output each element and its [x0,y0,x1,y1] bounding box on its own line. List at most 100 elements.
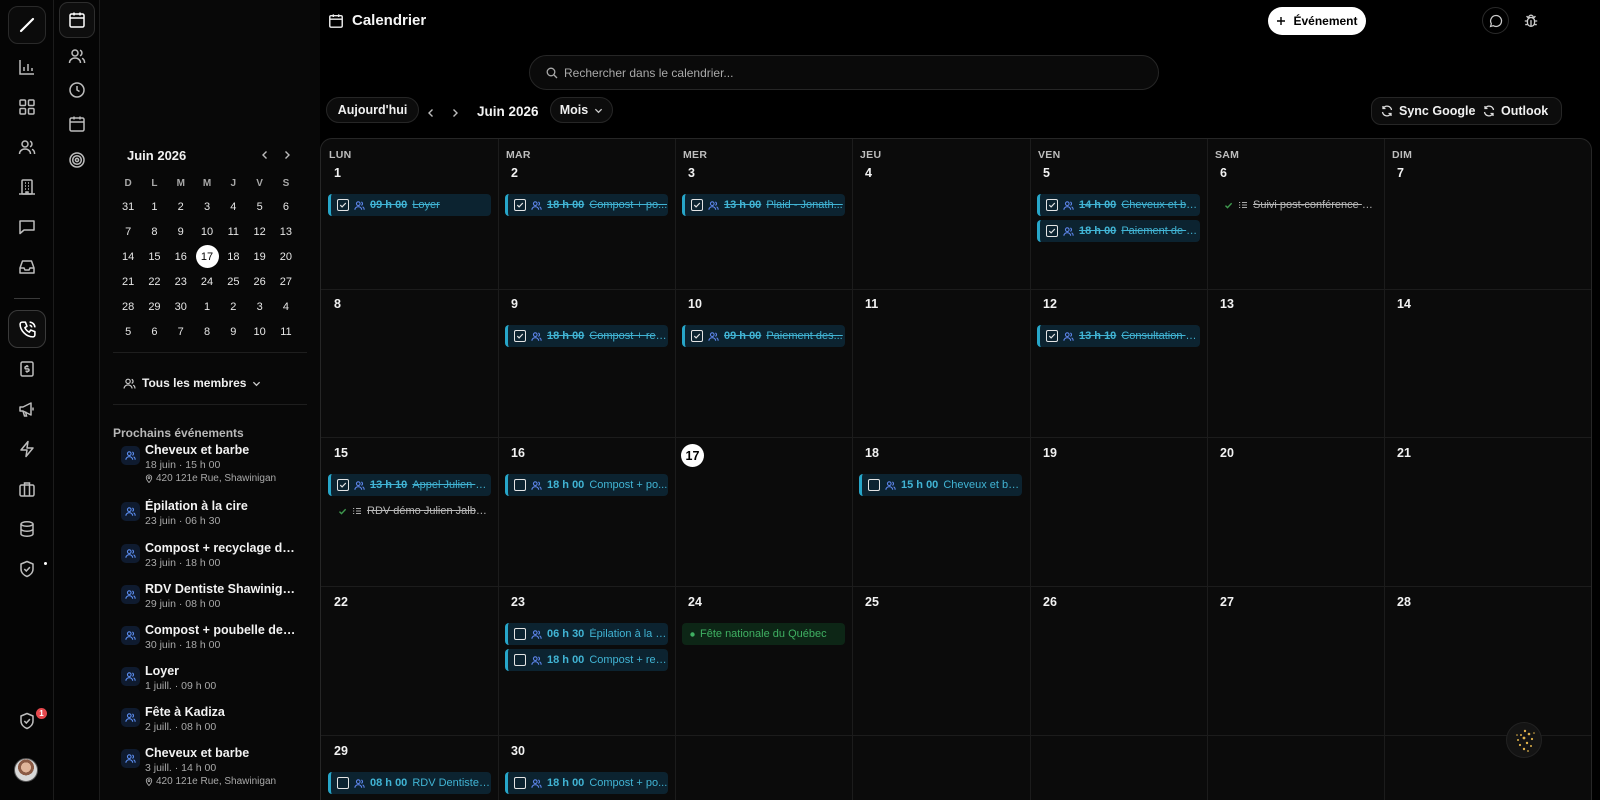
checked-checkbox[interactable] [691,330,703,342]
mini-day[interactable]: 29 [141,294,167,319]
calendar-event[interactable]: 18 h 00 Compost + po... [505,474,668,496]
invoice-icon[interactable] [8,350,46,388]
checked-checkbox[interactable] [1046,330,1058,342]
assistant-sparkle-icon[interactable] [1506,722,1542,758]
members-filter[interactable]: Tous les membres [123,376,261,390]
mini-day[interactable]: 18 [220,244,246,269]
calendar-event[interactable]: 06 h 30 Épilation à la ci... [505,623,668,645]
mini-day[interactable]: 19 [246,244,272,269]
checkbox[interactable] [514,628,526,640]
day-number[interactable]: 30 [511,744,525,758]
pen-logo-icon[interactable] [8,6,46,44]
checkbox[interactable] [868,479,880,491]
day-number[interactable]: 8 [334,297,341,311]
day-number-today[interactable]: 17 [681,444,704,467]
mini-day[interactable]: 31 [115,194,141,219]
checkbox[interactable] [514,654,526,666]
mini-day[interactable]: 8 [141,219,167,244]
calendar-event[interactable]: 09 h 00 Loyer [328,194,491,216]
mini-day[interactable]: 6 [273,194,299,219]
day-number[interactable]: 1 [334,166,341,180]
calendar-search[interactable]: Rechercher dans le calendrier... [529,55,1159,90]
sync-google-button[interactable]: Sync Google [1381,98,1475,124]
calendar-event[interactable]: 13 h 10 Consultation St... [1037,325,1200,347]
new-event-button[interactable]: Événement [1268,7,1366,35]
mini-day[interactable]: 26 [246,269,272,294]
mini-day[interactable]: 23 [168,269,194,294]
mini-day[interactable]: 3 [194,194,220,219]
message-icon[interactable] [8,208,46,246]
mini-day[interactable]: 5 [115,319,141,344]
bug-icon[interactable] [1517,7,1544,34]
shield-check-icon[interactable] [8,550,46,588]
bar-chart-icon[interactable] [8,48,46,86]
mini-day[interactable]: 24 [194,269,220,294]
building-icon[interactable] [8,168,46,206]
day-number[interactable]: 21 [1397,446,1411,460]
calendar-event[interactable]: 13 h 00 Plaid - Jonath... [682,194,845,216]
sync-outlook-button[interactable]: Outlook [1483,98,1548,124]
calendar-alt-icon[interactable] [59,106,95,142]
checked-checkbox[interactable] [337,479,349,491]
checked-checkbox[interactable] [337,199,349,211]
calendar-event[interactable]: 08 h 00 RDV Dentiste S... [328,772,491,794]
checked-checkbox[interactable] [514,330,526,342]
day-number[interactable]: 10 [688,297,702,311]
mini-day[interactable]: 13 [273,219,299,244]
chat-icon[interactable] [1482,7,1509,34]
day-number[interactable]: 22 [334,595,348,609]
checkbox[interactable] [514,777,526,789]
calendar-event[interactable]: 18 h 00 Compost + rec... [505,325,668,347]
mini-day-today[interactable]: 17 [194,244,220,269]
day-number[interactable]: 18 [865,446,879,460]
mini-day[interactable]: 9 [168,219,194,244]
mini-day[interactable]: 25 [220,269,246,294]
mini-day[interactable]: 20 [273,244,299,269]
day-number[interactable]: 12 [1043,297,1057,311]
mini-day[interactable]: 7 [168,319,194,344]
target-icon[interactable] [59,142,95,178]
calendar-icon[interactable] [59,2,95,38]
task-item[interactable]: RDV démo Julien Jalber... [328,500,491,522]
holiday-event[interactable]: Fête nationale du Québec [682,623,845,645]
avatar[interactable] [14,758,38,782]
mini-day[interactable]: 8 [194,319,220,344]
day-number[interactable]: 3 [688,166,695,180]
mini-day[interactable]: 11 [273,319,299,344]
calendar-event[interactable]: 18 h 00 Compost + rec... [505,649,668,671]
database-icon[interactable] [8,510,46,548]
calendar-event[interactable]: 15 h 00 Cheveux et bar... [859,474,1022,496]
briefcase-icon[interactable] [8,470,46,508]
checked-checkbox[interactable] [691,199,703,211]
mini-next-icon[interactable] [278,146,296,164]
grid-icon[interactable] [8,88,46,126]
day-number[interactable]: 16 [511,446,525,460]
phone-icon[interactable] [8,310,46,348]
calendar-event[interactable]: 14 h 00 Cheveux et bar... [1037,194,1200,216]
mini-day[interactable]: 11 [220,219,246,244]
mini-day[interactable]: 27 [273,269,299,294]
mini-day[interactable]: 14 [115,244,141,269]
today-button[interactable]: Aujourd'hui [326,97,419,123]
checked-checkbox[interactable] [1046,225,1058,237]
day-number[interactable]: 11 [865,297,878,311]
prev-month-icon[interactable] [422,104,440,122]
day-number[interactable]: 25 [865,595,879,609]
day-number[interactable]: 28 [1397,595,1411,609]
mini-day[interactable]: 21 [115,269,141,294]
day-number[interactable]: 24 [688,595,702,609]
clock-icon[interactable] [59,72,95,108]
next-month-icon[interactable] [446,104,464,122]
checked-checkbox[interactable] [514,199,526,211]
mini-day[interactable]: 4 [273,294,299,319]
mini-day[interactable]: 6 [141,319,167,344]
day-number[interactable]: 26 [1043,595,1057,609]
megaphone-icon[interactable] [8,390,46,428]
mini-day[interactable]: 28 [115,294,141,319]
day-number[interactable]: 19 [1043,446,1057,460]
calendar-event[interactable]: 18 h 00 Paiement de G... [1037,220,1200,242]
day-number[interactable]: 13 [1220,297,1234,311]
day-number[interactable]: 27 [1220,595,1234,609]
mini-day[interactable]: 7 [115,219,141,244]
mini-day[interactable]: 10 [194,219,220,244]
